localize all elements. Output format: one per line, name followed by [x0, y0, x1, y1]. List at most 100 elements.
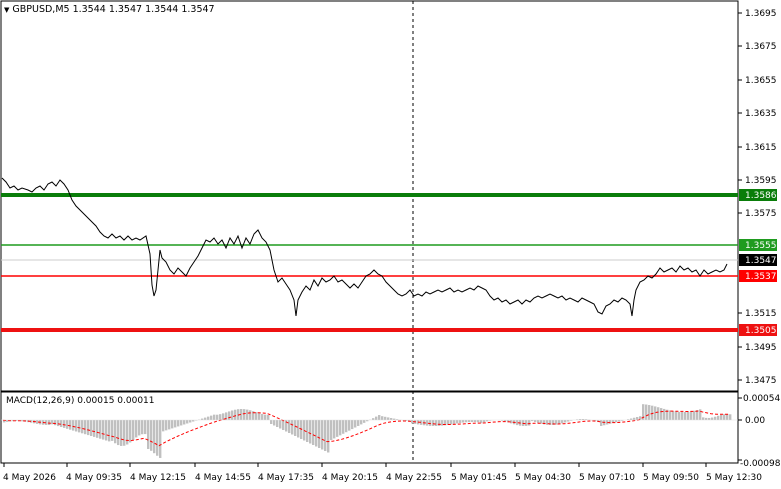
macd-histogram-bar — [270, 420, 273, 424]
macd-histogram-bar — [318, 420, 321, 448]
macd-histogram-bar — [669, 410, 672, 420]
macd-histogram-bar — [273, 420, 276, 426]
macd-histogram-bar — [234, 409, 237, 420]
time-label: 4 May 12:15 — [130, 473, 186, 483]
macd-histogram-bar — [360, 420, 363, 425]
macd-histogram-bar — [699, 409, 702, 420]
macd-histogram-bar — [468, 420, 471, 423]
macd-histogram-bar — [693, 410, 696, 420]
macd-histogram-bar — [462, 420, 465, 423]
price-tick: 1.3595 — [745, 176, 777, 186]
macd-histogram-bar — [105, 420, 108, 441]
macd-histogram-bar — [156, 420, 159, 456]
macd-histogram-bar — [309, 420, 312, 444]
macd-histogram-bar — [279, 420, 282, 429]
macd-histogram-bar — [60, 420, 63, 427]
macd-histogram-bar — [210, 415, 213, 420]
macd-histogram-bar — [717, 415, 720, 420]
macd-histogram-bar — [375, 416, 378, 420]
macd-histogram-bar — [432, 420, 435, 426]
macd-histogram-bar — [438, 420, 441, 426]
time-label: 4 May 14:55 — [195, 473, 251, 483]
macd-histogram-bar — [186, 420, 189, 424]
price-tick: 1.3675 — [745, 42, 777, 52]
macd-histogram-bar — [87, 420, 90, 436]
price-tick: 1.3615 — [745, 143, 777, 153]
macd-histogram-bar — [381, 416, 384, 420]
macd-histogram-bar — [243, 409, 246, 420]
price-tick: 1.3575 — [745, 209, 777, 219]
macd-histogram-bar — [363, 420, 366, 423]
macd-histogram-bar — [258, 413, 261, 420]
macd-histogram-bar — [228, 411, 231, 420]
macd-histogram-bar — [141, 420, 144, 435]
macd-histogram-bar — [297, 420, 300, 438]
macd-histogram-bar — [315, 420, 318, 447]
level-label-1.3537: 1.3537 — [745, 272, 777, 282]
macd-histogram-bar — [48, 420, 51, 425]
macd-histogram-bar — [159, 420, 162, 458]
macd-histogram-bar — [213, 414, 216, 420]
macd-histogram-bar — [600, 420, 603, 426]
time-label: 4 May 20:15 — [322, 473, 378, 483]
macd-histogram-bar — [312, 420, 315, 445]
macd-histogram-bar — [123, 420, 126, 446]
macd-histogram-bar — [99, 420, 102, 439]
level-label-1.3505: 1.3505 — [745, 326, 777, 336]
macd-histogram-bar — [288, 420, 291, 433]
chart-canvas[interactable]: 1.3695 1.3675 1.3655 1.3635 1.3615 1.359… — [0, 0, 781, 489]
macd-histogram-bar — [102, 420, 105, 440]
macd-histogram-bar — [351, 420, 354, 430]
price-tick: 1.3655 — [745, 76, 777, 86]
macd-histogram-bar — [387, 417, 390, 420]
macd-histogram-bar — [654, 406, 657, 420]
macd-histogram-bar — [681, 411, 684, 420]
price-tick: 1.3635 — [745, 109, 777, 119]
macd-axis: 0.00054 0.00 -0.00098 — [738, 394, 781, 469]
macd-histogram-bar — [372, 418, 375, 420]
macd-histogram-bar — [561, 420, 564, 424]
level-label-1.3555: 1.3555 — [745, 241, 777, 251]
macd-histogram-bar — [564, 420, 567, 423]
macd-histogram-bar — [477, 420, 480, 423]
macd-histogram-bar — [636, 417, 639, 420]
macd-histogram-bar — [75, 420, 78, 432]
macd-histogram-bar — [174, 420, 177, 428]
macd-histogram-bar — [207, 416, 210, 420]
macd-histogram-bar — [183, 420, 186, 425]
macd-histogram-bar — [72, 420, 75, 431]
macd-histogram-bar — [231, 410, 234, 420]
macd-histogram-bar — [450, 420, 453, 425]
macd-histogram-bar — [162, 420, 165, 432]
macd-histogram-bar — [276, 420, 279, 427]
macd-histogram-bar — [336, 420, 339, 437]
macd-histogram-bar — [345, 420, 348, 433]
price-tick: 1.3475 — [745, 376, 777, 386]
triangle-down-icon[interactable]: ▼ — [4, 6, 9, 14]
macd-histogram-bar — [216, 414, 219, 420]
macd-histogram-bar — [702, 417, 705, 420]
macd-histogram-bar — [306, 420, 309, 442]
macd-histogram-bar — [615, 420, 618, 423]
macd-histogram-bar — [96, 420, 99, 438]
macd-histogram-bar — [348, 420, 351, 431]
macd-histogram-bar — [111, 420, 114, 441]
macd-histogram-bar — [708, 417, 711, 420]
symbol-header[interactable]: ▼ GBPUSD,M5 1.3544 1.3547 1.3544 1.3547 — [4, 4, 215, 15]
macd-histogram-bar — [357, 420, 360, 426]
macd-histogram-bar — [180, 420, 183, 426]
macd-histogram-bar — [54, 420, 57, 426]
macd-histogram-bar — [711, 417, 714, 420]
macd-indicator-label: MACD(12,26,9) 0.00015 0.00011 — [6, 396, 155, 406]
macd-histogram-bar — [294, 420, 297, 436]
macd-histogram-bar — [354, 420, 357, 428]
time-label: 5 May 07:10 — [579, 473, 635, 483]
price-tick: 1.3515 — [745, 309, 777, 319]
macd-histogram-bar — [321, 420, 324, 450]
ohlc-values: 1.3544 1.3547 1.3544 1.3547 — [72, 4, 215, 15]
macd-histogram-bar — [720, 414, 723, 420]
macd-histogram-bar — [726, 414, 729, 420]
macd-histogram-bar — [534, 420, 537, 422]
macd-histogram-bar — [663, 408, 666, 420]
macd-histogram-bar — [723, 414, 726, 420]
